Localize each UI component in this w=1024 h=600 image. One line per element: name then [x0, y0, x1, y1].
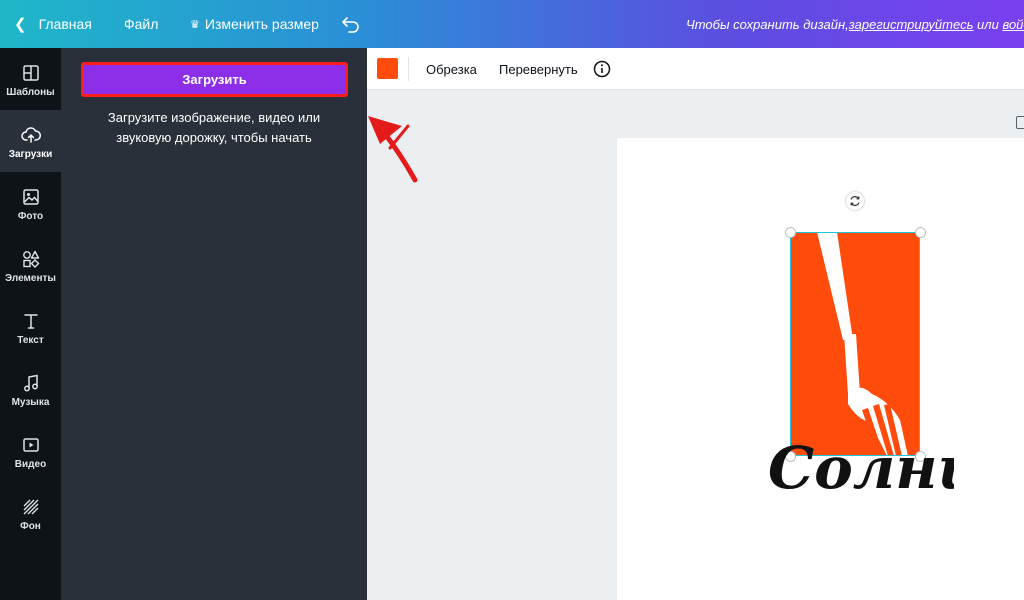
red-arrow-annotation — [368, 116, 418, 183]
rail-label: Элементы — [5, 273, 56, 284]
duplicate-page-icon[interactable] — [1016, 116, 1024, 129]
uploads-panel: Загрузить Загрузите изображение, видео и… — [61, 48, 367, 600]
resize-handle-top-right[interactable] — [915, 227, 926, 238]
rail-label: Фон — [20, 521, 41, 532]
side-rail: Шаблоны Загрузки Фото Элементы Текст Муз… — [0, 48, 61, 600]
login-link[interactable]: войдите — [1002, 17, 1024, 32]
rail-item-background[interactable]: Фон — [0, 482, 61, 544]
shapes-icon — [22, 250, 39, 268]
home-label: Главная — [38, 16, 92, 32]
notice-or: или — [973, 16, 1003, 32]
toolbar-divider — [408, 57, 409, 81]
resize-handle-top-left[interactable] — [785, 227, 796, 238]
text-icon — [23, 314, 38, 329]
cloud-upload-icon — [20, 127, 41, 143]
top-bar: ❮ Главная Файл ♛ Изменить размер Чтобы с… — [0, 0, 1024, 48]
rail-item-uploads[interactable]: Загрузки — [0, 110, 61, 172]
layout-icon — [22, 65, 39, 81]
flip-button[interactable]: Перевернуть — [499, 48, 578, 90]
rail-item-photos[interactable]: Фото — [0, 172, 61, 234]
rail-label: Шаблоны — [6, 87, 55, 98]
upload-button[interactable]: Загрузить — [81, 62, 348, 97]
rail-item-text[interactable]: Текст — [0, 296, 61, 358]
crown-icon: ♛ — [190, 18, 200, 31]
notice-prefix: Чтобы сохранить дизайн, — [686, 16, 849, 32]
crop-button[interactable]: Обрезка — [426, 48, 477, 90]
photo-icon — [22, 189, 39, 205]
background-pattern-icon — [23, 499, 38, 515]
color-swatch[interactable] — [377, 58, 398, 79]
resize-label: Изменить размер — [204, 16, 319, 32]
undo-icon[interactable] — [341, 14, 361, 34]
rail-item-music[interactable]: Музыка — [0, 358, 61, 420]
upload-hint: Загрузите изображение, видео или звукову… — [107, 110, 321, 145]
logo-text[interactable]: Солнце — [764, 418, 954, 500]
register-link[interactable]: зарегистрируйтесь — [849, 17, 974, 32]
rail-label: Текст — [17, 335, 44, 346]
rail-item-elements[interactable]: Элементы — [0, 234, 61, 296]
info-icon[interactable] — [593, 60, 611, 78]
rail-label: Видео — [14, 459, 47, 470]
music-icon — [23, 374, 38, 392]
file-menu-button[interactable]: Файл — [124, 0, 158, 48]
logo-text-label: Солнце — [768, 434, 954, 500]
chevron-left-icon: ❮ — [14, 16, 27, 33]
rotate-icon — [850, 196, 860, 206]
video-icon — [22, 438, 39, 452]
rail-label: Музыка — [11, 397, 50, 408]
file-label: Файл — [124, 16, 159, 32]
rail-label: Фото — [17, 211, 44, 222]
home-button[interactable]: ❮ Главная — [14, 0, 92, 48]
rotate-handle[interactable] — [846, 192, 864, 210]
resize-button[interactable]: ♛ Изменить размер — [190, 0, 319, 48]
save-notice: Чтобы сохранить дизайн, зарегистрируйтес… — [686, 0, 1024, 48]
rail-label: Загрузки — [8, 149, 53, 160]
editor-toolbar: Обрезка Перевернуть — [367, 48, 1024, 90]
rail-item-templates[interactable]: Шаблоны — [0, 48, 61, 110]
rail-item-video[interactable]: Видео — [0, 420, 61, 482]
